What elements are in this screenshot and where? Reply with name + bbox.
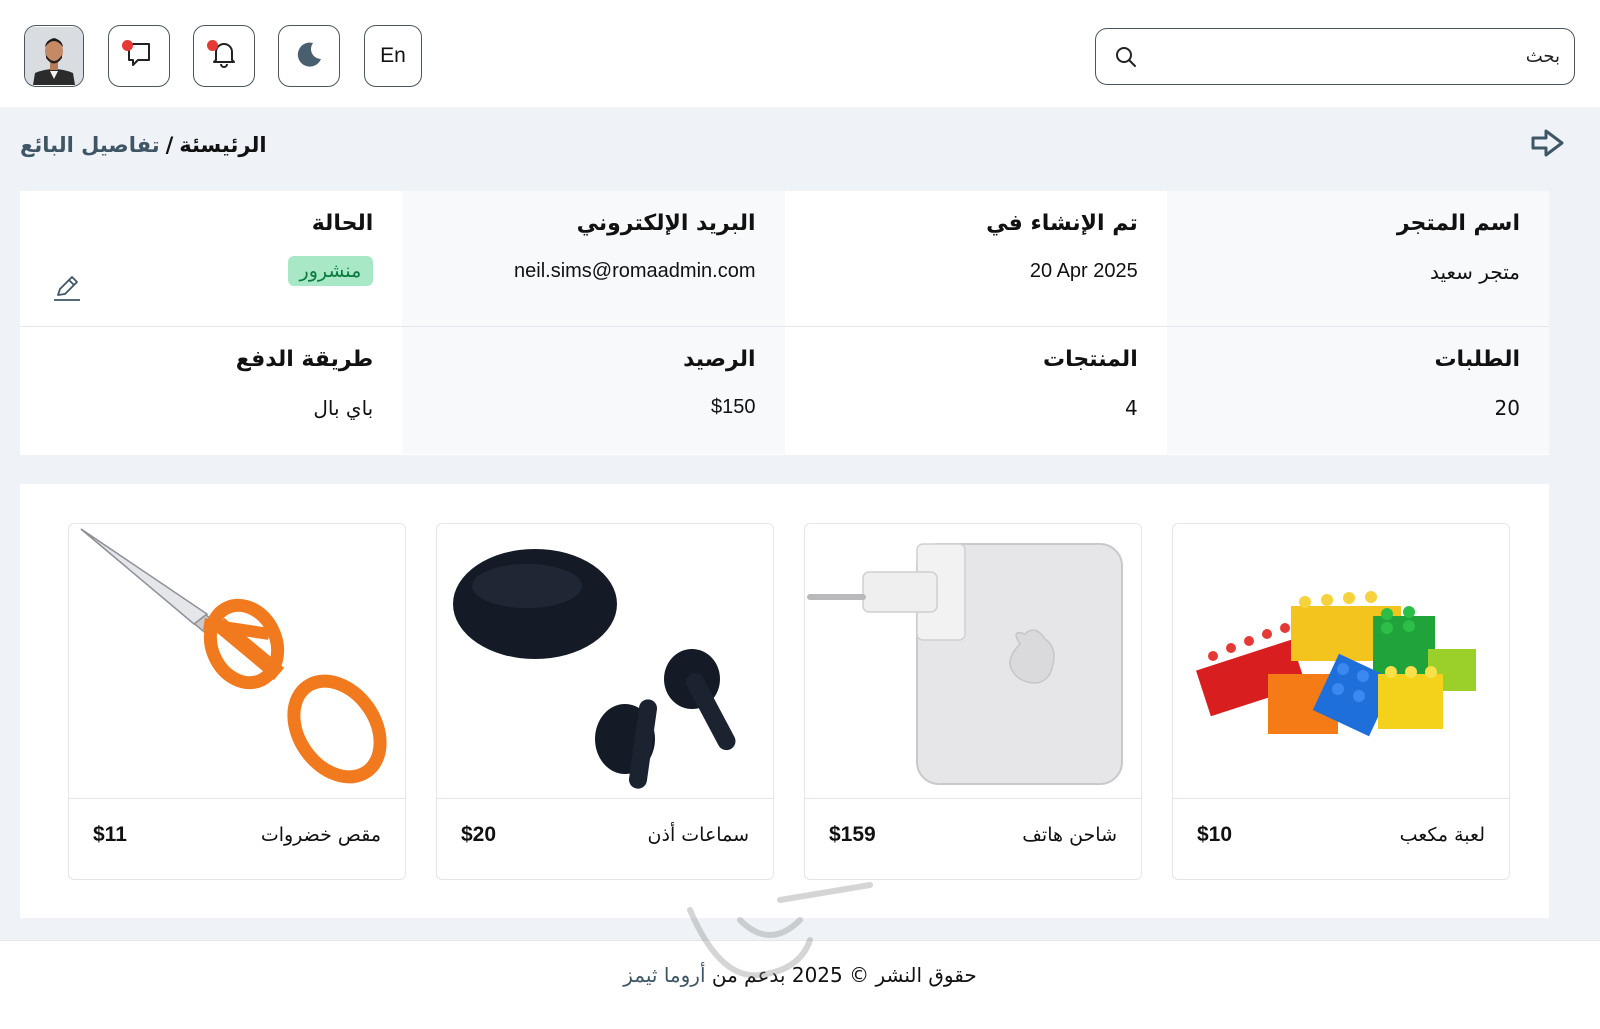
- payment-label: طريقة الدفع: [235, 347, 374, 372]
- orders-label: الطلبات: [1434, 347, 1520, 372]
- product-image-earbuds: [437, 524, 773, 799]
- products-panel: لعبة مكعب $10 شاحن هاتف $159 سماعات أذن …: [20, 484, 1549, 918]
- breadcrumb: الرئيسئة / تفاصيل البائع: [20, 128, 267, 162]
- status-cell: الحالة منشرور: [20, 191, 402, 326]
- product-name[interactable]: مقص خضروات: [261, 824, 381, 846]
- edit-pencil-icon[interactable]: [52, 273, 82, 303]
- product-card[interactable]: مقص خضروات $11: [68, 523, 406, 880]
- status-label: الحالة: [311, 211, 374, 236]
- email-cell: البريد الإلكتروني neil.sims@romaadmin.co…: [402, 191, 785, 326]
- status-badge: منشرور: [287, 256, 374, 286]
- search-input[interactable]: [1138, 46, 1560, 67]
- product-name[interactable]: سماعات أذن: [648, 824, 749, 846]
- message-dot: [122, 40, 133, 51]
- product-price: $20: [461, 823, 497, 846]
- watermark-logo: [687, 882, 873, 979]
- store-name-cell: اسم المتجر متجر سعيد: [1166, 191, 1549, 326]
- product-price: $10: [1197, 823, 1233, 846]
- email-value: neil.sims@romaadmin.com: [514, 260, 756, 282]
- payment-cell: طريقة الدفع باي بال: [20, 327, 402, 454]
- notifications-button[interactable]: [193, 25, 255, 87]
- search-box[interactable]: [1095, 28, 1575, 85]
- created-value: 20 Apr 2025: [1029, 260, 1138, 282]
- products-value: 4: [1125, 396, 1138, 420]
- products-label: المنتجات: [1043, 347, 1138, 372]
- email-label: البريد الإلكتروني: [576, 211, 756, 236]
- balance-cell: الرصيد $150: [402, 327, 785, 454]
- breadcrumb-current: تفاصيل البائع: [20, 133, 160, 157]
- notification-dot: [207, 40, 218, 51]
- vendor-info-table: اسم المتجر متجر سعيد تم الإنشاء في 20 Ap…: [20, 191, 1549, 455]
- orders-value: 20: [1494, 396, 1520, 420]
- messages-button[interactable]: [108, 25, 170, 87]
- product-card[interactable]: لعبة مكعب $10: [1172, 523, 1510, 880]
- top-bar: En: [0, 0, 1600, 107]
- product-card[interactable]: سماعات أذن $20: [436, 523, 774, 880]
- product-card[interactable]: شاحن هاتف $159: [804, 523, 1142, 880]
- product-price: $11: [93, 823, 127, 846]
- products-cell: المنتجات 4: [785, 327, 1167, 454]
- product-image-lego: [1173, 524, 1509, 799]
- created-cell: تم الإنشاء في 20 Apr 2025: [785, 191, 1167, 326]
- product-name[interactable]: لعبة مكعب: [1400, 824, 1485, 846]
- search-icon[interactable]: [1114, 45, 1138, 69]
- store-name-value: متجر سعيد: [1430, 260, 1520, 284]
- created-label: تم الإنشاء في: [986, 211, 1138, 236]
- product-image-charger: [805, 524, 1141, 799]
- vendor-stats-row: الطلبات 20 المنتجات 4 الرصيد $150 طريقة …: [20, 326, 1549, 454]
- product-name[interactable]: شاحن هاتف: [1022, 824, 1117, 846]
- back-arrow-icon[interactable]: [1530, 128, 1566, 158]
- avatar: [25, 27, 83, 85]
- product-image-scissors: [69, 524, 405, 799]
- product-price: $159: [829, 823, 876, 846]
- breadcrumb-home[interactable]: الرئيسئة: [179, 133, 266, 157]
- store-name-label: اسم المتجر: [1396, 211, 1520, 236]
- balance-label: الرصيد: [683, 347, 756, 372]
- balance-value: $150: [711, 396, 756, 418]
- moon-icon: [294, 39, 324, 73]
- payment-value: باي بال: [313, 396, 374, 420]
- breadcrumb-separator: /: [165, 133, 174, 157]
- user-avatar-button[interactable]: [24, 25, 84, 87]
- vendor-info-row: اسم المتجر متجر سعيد تم الإنشاء في 20 Ap…: [20, 191, 1549, 326]
- language-toggle-button[interactable]: En: [364, 25, 422, 87]
- orders-cell: الطلبات 20: [1166, 327, 1549, 454]
- theme-toggle-button[interactable]: [278, 25, 340, 87]
